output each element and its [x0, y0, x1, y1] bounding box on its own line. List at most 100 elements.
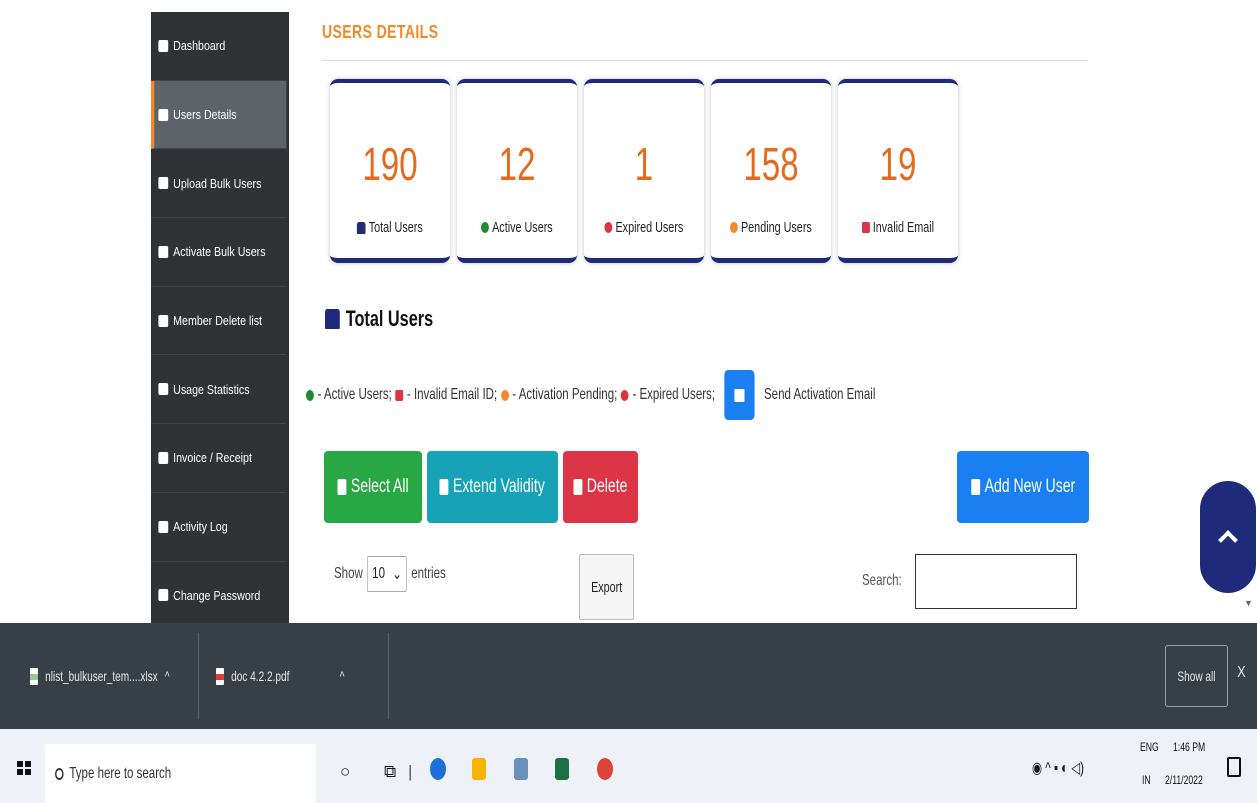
notepad-icon[interactable] — [514, 758, 528, 780]
cortana-icon[interactable]: ○ — [340, 762, 350, 782]
page-root: Dashboard Users Details Upload Bulk User… — [0, 0, 1257, 803]
legend-send: Send Activation Email — [763, 386, 876, 403]
sidebar-item-upload-bulk-users[interactable]: Upload Bulk Users — [151, 149, 287, 219]
stat-card-expired-users[interactable]: 1 Expired Users — [584, 79, 704, 263]
taskbar-search-placeholder: Type here to search — [69, 764, 172, 782]
users-icon — [357, 221, 366, 234]
excel-icon[interactable] — [555, 758, 569, 780]
key-icon — [158, 589, 169, 602]
time-text: 1:46 PM — [1173, 740, 1206, 754]
stat-card-invalid-email[interactable]: 19 Invalid Email — [838, 79, 958, 263]
users-icon — [158, 177, 169, 190]
chevron-up-icon[interactable]: ^ — [340, 668, 345, 684]
notification-icon[interactable] — [1227, 757, 1241, 777]
windows-start-icon[interactable] — [17, 761, 31, 775]
user-plus-icon — [971, 479, 980, 495]
sidebar-item-label: Member Delete list — [173, 313, 263, 329]
delete-button[interactable]: Delete — [563, 451, 638, 523]
search-input[interactable] — [915, 554, 1077, 609]
trash-icon — [158, 314, 169, 327]
stat-label-row: Active Users — [474, 219, 560, 236]
stat-label: Pending Users — [740, 219, 812, 236]
legend-pending: - Activation Pending; — [512, 386, 618, 403]
check-circle-icon — [481, 222, 490, 233]
file-explorer-icon[interactable] — [472, 758, 486, 780]
page-title: USERS DETAILS — [322, 22, 439, 42]
scroll-top-button[interactable] — [1200, 481, 1256, 593]
sidebar-item-users-details[interactable]: Users Details — [151, 80, 287, 150]
download-item[interactable]: doc 4.2.2.pdf ^ — [216, 623, 395, 729]
section-title: Total Users — [325, 306, 433, 332]
sidebar-item-label: Invoice / Receipt — [173, 450, 252, 466]
sidebar: Dashboard Users Details Upload Bulk User… — [151, 12, 289, 631]
add-new-user-button[interactable]: Add New User — [957, 451, 1089, 523]
stat-card-pending-users[interactable]: 158 Pending Users — [711, 79, 831, 263]
chevron-down-icon: ⌄ — [392, 566, 402, 583]
show-label: Show — [334, 565, 363, 582]
edge-icon[interactable] — [430, 758, 446, 780]
scrollbar-down-arrow[interactable]: ▼ — [1244, 598, 1253, 608]
show-all-button[interactable]: Show all — [1165, 645, 1228, 707]
stat-card-total-users[interactable]: 190 Total Users — [330, 79, 450, 263]
system-tray-icons[interactable]: ◉ ^ ▪ ◐ ◁) — [1032, 758, 1104, 778]
stat-value: 158 — [743, 138, 799, 190]
sidebar-item-label: Usage Statistics — [173, 381, 250, 397]
sidebar-item-label: Change Password — [173, 587, 261, 603]
sidebar-item-invoice-receipt[interactable]: Invoice / Receipt — [151, 424, 287, 493]
delete-label: Delete — [586, 476, 628, 497]
check-circle-icon — [306, 389, 314, 401]
taskbar-divider: | — [408, 762, 413, 781]
check-square-icon — [158, 245, 169, 258]
sidebar-item-member-delete-list[interactable]: Member Delete list — [151, 287, 287, 356]
divider — [388, 633, 389, 719]
sidebar-item-activity-log[interactable]: Activity Log — [151, 493, 287, 562]
chevron-up-icon[interactable]: ^ — [165, 668, 170, 684]
stat-label: Invalid Email — [872, 219, 935, 236]
stat-value: 190 — [362, 138, 418, 190]
sidebar-item-dashboard[interactable]: Dashboard — [151, 12, 287, 81]
language-indicator[interactable]: ENG — [1140, 740, 1166, 754]
download-item[interactable]: nlist_bulkuser_tem....xlsx ^ — [30, 623, 224, 729]
sidebar-item-change-password[interactable]: Change Password — [151, 562, 287, 631]
times-circle-icon — [620, 389, 629, 401]
plus-square-icon — [439, 479, 449, 495]
sidebar-item-label: Users Details — [173, 107, 237, 123]
sidebar-item-label: Dashboard — [173, 38, 226, 54]
section-title-text: Total Users — [345, 306, 434, 331]
sidebar-item-label: Upload Bulk Users — [173, 175, 262, 191]
stat-value: 1 — [634, 138, 654, 190]
export-button[interactable]: Export — [579, 554, 634, 620]
stat-value: 19 — [879, 138, 917, 190]
clock-time[interactable]: 1:46 PM — [1173, 740, 1218, 754]
entries-select[interactable]: 10 ⌄ — [367, 556, 407, 592]
dashboard-icon — [158, 39, 169, 52]
divider — [198, 633, 199, 719]
select-all-button[interactable]: Select All — [324, 451, 422, 523]
chart-icon — [158, 383, 169, 396]
chrome-icon[interactable] — [597, 758, 613, 780]
sidebar-item-label: Activity Log — [173, 519, 228, 535]
legend-active: - Active Users; — [317, 386, 392, 403]
close-icon[interactable]: X — [1237, 664, 1246, 682]
users-icon — [325, 309, 340, 329]
task-view-icon[interactable]: ⧉ — [384, 762, 396, 782]
legend-expired: - Expired Users; — [632, 386, 716, 403]
stat-card-active-users[interactable]: 12 Active Users — [457, 79, 577, 263]
extend-validity-label: Extend Validity — [453, 476, 546, 497]
extend-validity-button[interactable]: Extend Validity — [427, 451, 558, 523]
stat-value: 12 — [498, 138, 536, 190]
sidebar-item-usage-statistics[interactable]: Usage Statistics — [151, 355, 287, 425]
stat-label-row: Pending Users — [728, 219, 814, 236]
clock-icon — [730, 222, 739, 233]
clock-date[interactable]: 2/11/2022 — [1165, 773, 1218, 787]
taskbar-search[interactable]: Type here to search — [45, 744, 316, 803]
lang-top: ENG — [1140, 740, 1159, 754]
user-icon — [158, 108, 169, 121]
sidebar-item-activate-bulk-users[interactable]: Activate Bulk Users — [151, 218, 287, 287]
excel-file-icon — [30, 667, 38, 685]
entries-control: Show 10 ⌄ entries — [334, 556, 446, 592]
square-icon — [337, 479, 347, 495]
select-all-label: Select All — [350, 476, 409, 497]
download-filename: doc 4.2.2.pdf — [231, 668, 290, 684]
stat-label-row: Total Users — [347, 219, 433, 236]
